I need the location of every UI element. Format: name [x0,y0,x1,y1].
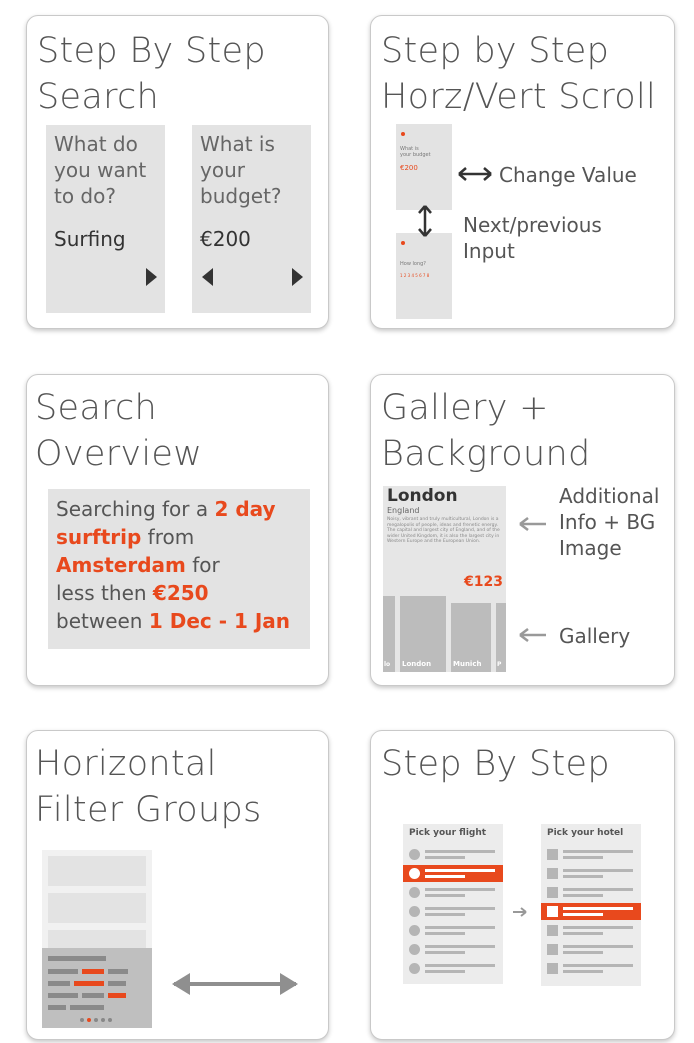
step-answer: Surfing [54,227,126,251]
summary-line-4: less then €250 [56,581,209,605]
gallery-thumb[interactable]: London [400,596,446,672]
flight-picker-panel: Pick your flight [403,824,503,984]
card-step-by-step-search: Step By Step Search What do you want to … [26,15,329,329]
mini-question: How long? [400,261,426,267]
next-arrow-icon[interactable] [146,268,157,286]
option-row[interactable] [403,941,503,958]
mini-screen-budget: What is your budget €200 [396,124,452,210]
checkbox-icon [547,925,558,936]
step-panel-budget: What is your budget? €200 [192,125,311,313]
radio-icon [409,906,420,917]
city-name: London [387,486,458,506]
summary-line-5: between 1 Dec - 1 Jan [56,609,291,633]
option-row[interactable] [541,865,641,882]
next-arrow-icon[interactable] [292,268,303,286]
radio-icon [409,925,420,936]
radio-icon [409,944,420,955]
left-arrow-icon [519,517,546,531]
option-row[interactable] [541,884,641,901]
city-info-panel: London England Noisy, vibrant and truly … [383,486,506,672]
checkbox-icon [547,849,558,860]
filter-mock-screen [42,850,152,1028]
card-step-by-step-booking: Step By Step Pick your flight Pick your … [370,730,675,1040]
checkbox-icon [547,944,558,955]
filter-block [48,893,146,923]
option-row[interactable] [541,922,641,939]
card-title: Step By Step Search [37,31,266,117]
mini-value: €200 [400,164,418,172]
mini-question: What is your budget [400,146,431,158]
option-row[interactable] [403,903,503,920]
progress-dot-icon [401,241,405,245]
step-question: What do you want to do? [54,132,147,208]
progress-dot-icon [401,132,405,136]
gallery-thumb[interactable]: P [496,603,506,672]
card-title: Step by Step Horz/Vert Scroll [381,31,657,117]
card-horz-vert-scroll: Step by Step Horz/Vert Scroll What is yo… [370,15,675,329]
panel-heading: Pick your hotel [547,828,624,838]
annotation-additional-info: Additional Info + BG Image [559,484,660,560]
mini-screen-duration: How long? 1 2 3 4 5 6 7 8 [396,233,452,319]
horizontal-arrow-icon [458,167,492,181]
vertical-arrow-icon [418,205,432,237]
summary-line-2: surftrip from [56,525,195,549]
annotation-gallery: Gallery [559,624,631,648]
page-dot-icon [101,1018,105,1022]
search-summary-panel: Searching for a 2 day surftrip from Amst… [48,489,310,649]
option-row[interactable] [403,884,503,901]
card-title: Horizontal Filter Groups [35,744,262,830]
option-row[interactable] [403,865,503,882]
card-horizontal-filter-groups: Horizontal Filter Groups [26,730,329,1040]
filter-group-panel[interactable] [42,948,152,1028]
city-description: Noisy, vibrant and truly multicultural, … [387,517,500,544]
horizontal-arrow-icon [172,973,298,995]
left-arrow-icon [519,628,546,642]
gallery-thumb[interactable]: lo [383,596,395,672]
page-dot-icon [94,1018,98,1022]
page-dot-icon [87,1018,91,1022]
annotation-change-value: Change Value [499,163,637,187]
checkbox-icon [547,868,558,879]
option-row[interactable] [403,960,503,977]
card-title: Search Overview [35,388,203,474]
summary-line-1: Searching for a 2 day [56,497,276,521]
option-row[interactable] [541,846,641,863]
checkbox-icon [547,963,558,974]
annotation-next-previous: Next/previous Input [463,213,602,263]
radio-icon [409,849,420,860]
card-title: Step By Step [381,744,610,784]
radio-icon [409,868,420,879]
gallery-thumb[interactable]: Munich [451,603,491,672]
radio-icon [409,887,420,898]
filter-block [48,930,146,948]
option-row[interactable] [403,846,503,863]
page-dot-icon [80,1018,84,1022]
city-price: €123 [464,574,503,590]
option-row[interactable] [541,941,641,958]
option-row[interactable] [541,960,641,977]
card-search-overview: Search Overview Searching for a 2 day su… [26,374,329,686]
country-name: England [387,506,420,515]
page-dot-icon [108,1018,112,1022]
checkbox-icon [547,906,558,917]
mini-value: 1 2 3 4 5 6 7 8 [400,273,430,278]
option-row[interactable] [403,922,503,939]
card-title: Gallery + Background [381,388,591,474]
radio-icon [409,963,420,974]
summary-line-3: Amsterdam for [56,553,220,577]
checkbox-icon [547,887,558,898]
step-question: What is your budget? [200,132,282,208]
panel-heading: Pick your flight [409,828,487,838]
hotel-picker-panel: Pick your hotel [541,824,641,986]
filter-block [48,856,146,886]
right-arrow-icon [513,907,527,917]
option-row[interactable] [541,903,641,920]
previous-arrow-icon[interactable] [202,268,213,286]
step-answer: €200 [200,227,251,251]
card-gallery-background: Gallery + Background London England Nois… [370,374,675,686]
step-panel-activity: What do you want to do? Surfing [46,125,165,313]
